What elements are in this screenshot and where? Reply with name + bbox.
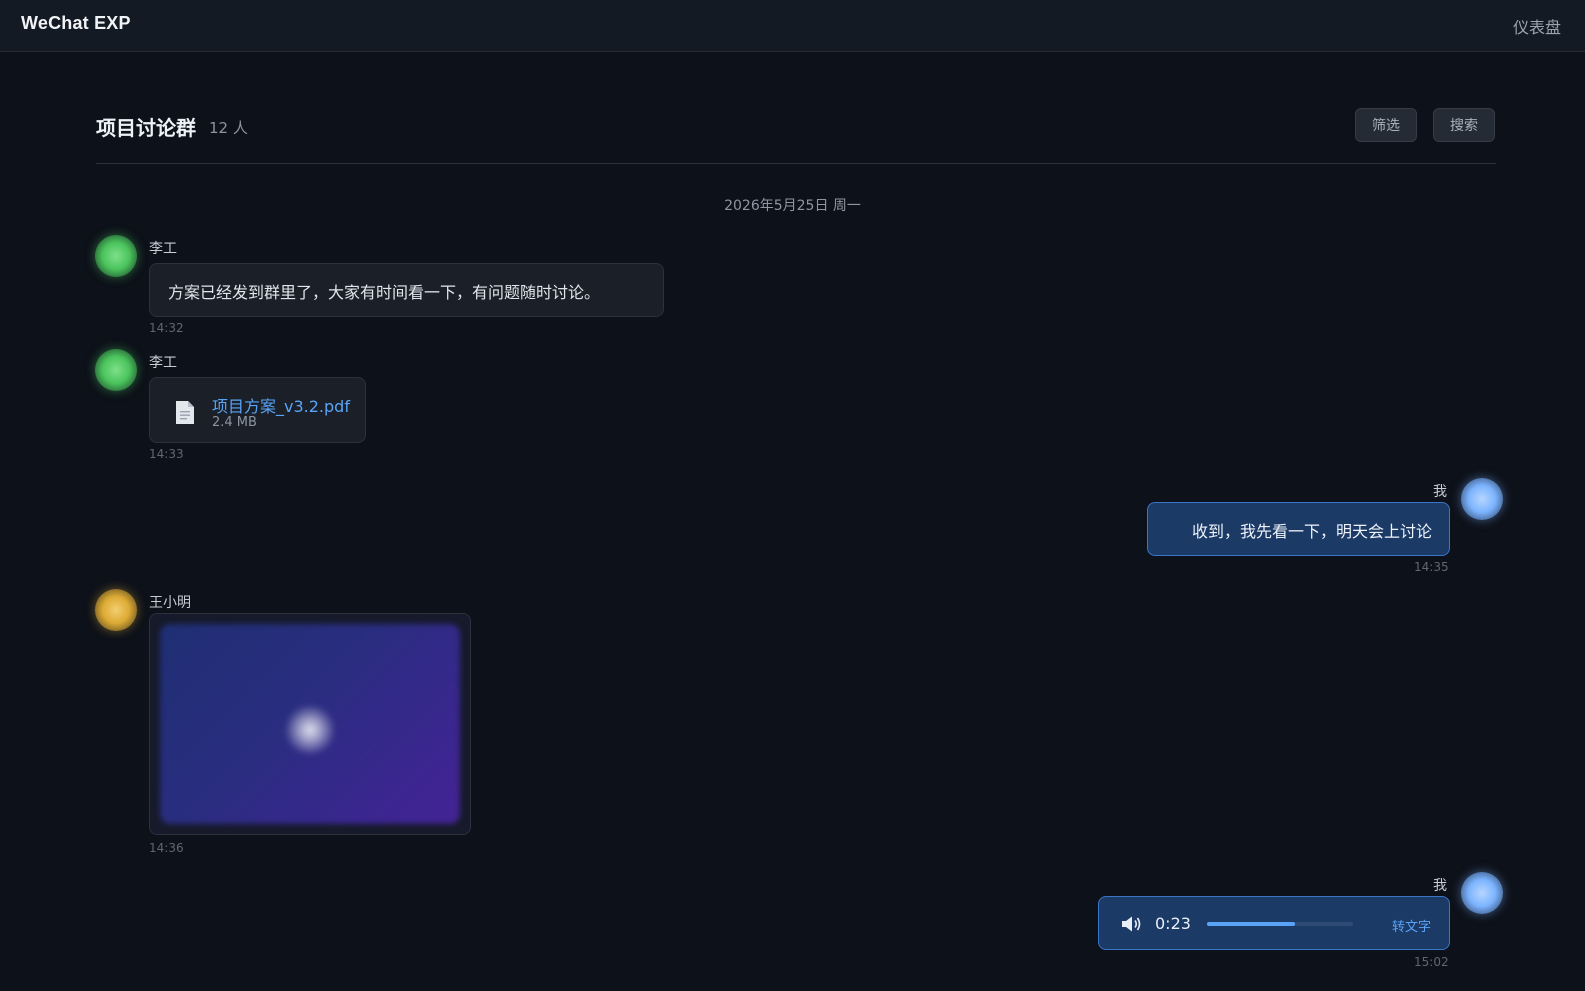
message-time: 14:32 [149, 321, 184, 335]
message-time: 14:36 [149, 841, 184, 855]
file-size: 2.4 MB [212, 415, 257, 430]
avatar[interactable] [1461, 478, 1503, 520]
sender-name: 王小明 [149, 595, 191, 611]
message-time: 14:35 [1414, 560, 1449, 574]
voice-duration: 0:23 [1155, 914, 1191, 933]
app-title: WeChat EXP [21, 13, 131, 33]
voice-message[interactable]: 0:23 转文字 [1098, 896, 1450, 950]
message-time: 15:02 [1414, 955, 1449, 969]
image-thumbnail [160, 624, 460, 824]
member-count: 12 人 [209, 119, 248, 137]
group-name: 项目讨论群 [96, 116, 196, 140]
filter-button[interactable]: 筛选 [1355, 108, 1417, 142]
image-message[interactable] [149, 613, 471, 835]
document-icon [176, 401, 194, 424]
message-bubble[interactable]: 方案已经发到群里了，大家有时间看一下，有问题随时讨论。 [149, 263, 664, 317]
avatar[interactable] [95, 235, 137, 277]
sender-name: 我 [1433, 484, 1447, 500]
date-separator: 2026年5月25日 周一 [724, 198, 861, 214]
file-name-link[interactable]: 项目方案_v3.2.pdf [212, 393, 350, 417]
message-text: 方案已经发到群里了，大家有时间看一下，有问题随时讨论。 [168, 283, 601, 302]
convert-to-text-button[interactable]: 转文字 [1392, 916, 1431, 935]
message-bubble[interactable]: 收到，我先看一下，明天会上讨论 [1147, 502, 1450, 556]
dashboard-link[interactable]: 仪表盘 [1513, 14, 1561, 38]
chat-header: 项目讨论群 12 人 筛选 搜索 [96, 100, 1496, 164]
avatar[interactable] [1461, 872, 1503, 914]
search-button[interactable]: 搜索 [1433, 108, 1495, 142]
avatar[interactable] [95, 589, 137, 631]
sender-name: 李工 [149, 241, 177, 257]
voice-progress[interactable] [1207, 922, 1353, 926]
sender-name: 我 [1433, 878, 1447, 894]
sender-name: 李工 [149, 355, 177, 371]
voice-progress-fill [1207, 922, 1295, 926]
message-text: 收到，我先看一下，明天会上讨论 [1191, 522, 1432, 541]
speaker-icon[interactable] [1121, 915, 1143, 933]
message-time: 14:33 [149, 447, 184, 461]
top-bar: WeChat EXP 仪表盘 [0, 0, 1585, 52]
avatar[interactable] [95, 349, 137, 391]
file-message[interactable]: 项目方案_v3.2.pdf 2.4 MB [149, 377, 366, 443]
